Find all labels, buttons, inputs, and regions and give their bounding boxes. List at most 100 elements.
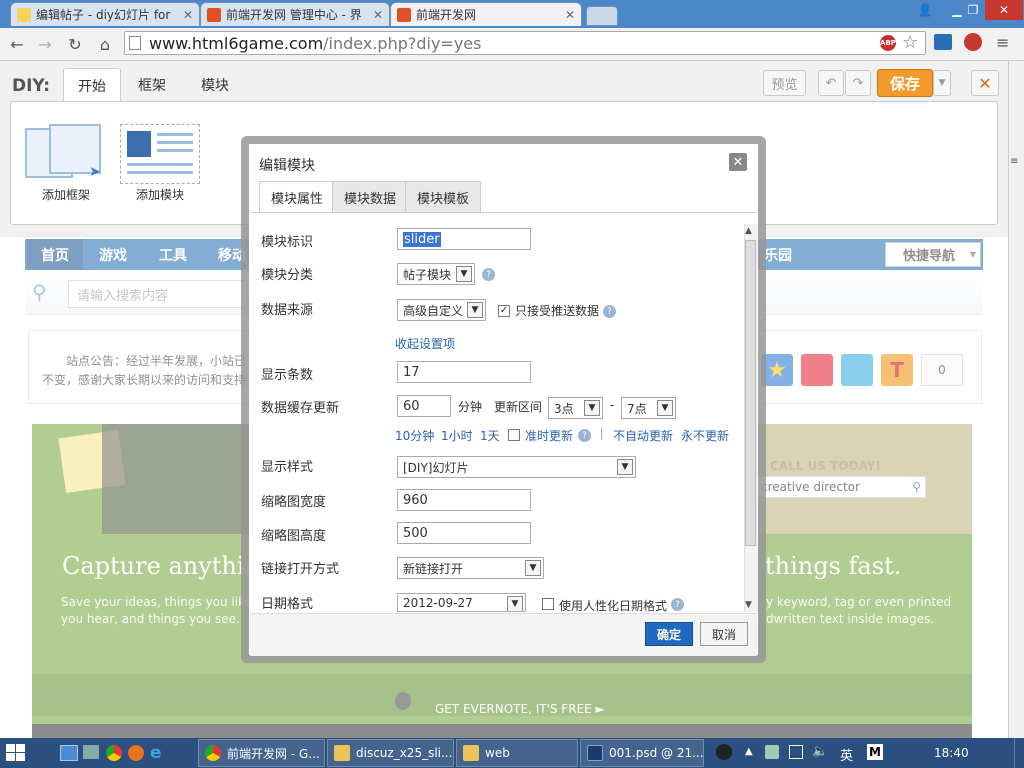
scroll-up-icon[interactable]: ▲ <box>745 226 752 236</box>
never-update-link[interactable]: 永不更新 <box>681 427 729 444</box>
new-tab-button[interactable] <box>586 6 618 26</box>
help-icon[interactable]: ? <box>603 305 616 318</box>
count-input[interactable]: 17 <box>397 361 531 383</box>
cache-label: 数据缓存更新 <box>261 401 340 416</box>
dialog-scroll-thumb[interactable] <box>745 240 756 546</box>
address-bar[interactable]: www.html6game.com/index.php?diy=yes <box>124 31 926 55</box>
link-open-value: 新链接打开 <box>403 561 464 576</box>
redo-icon[interactable]: ↷ <box>845 70 871 96</box>
preview-button[interactable]: 预览 <box>763 70 806 96</box>
adblock-icon[interactable]: ABP <box>880 35 896 51</box>
power-icon[interactable] <box>765 745 779 759</box>
taskbar-item-chrome[interactable]: 前端开发网 - G... <box>198 739 325 767</box>
qq-icon[interactable] <box>716 744 732 760</box>
undo-icon[interactable]: ↶ <box>818 70 844 96</box>
computer-icon[interactable] <box>83 745 99 759</box>
range-from-select[interactable]: 3点 ▼ <box>548 397 603 419</box>
back-icon[interactable]: ← <box>6 33 28 55</box>
user-icon[interactable]: 👤 <box>910 0 940 20</box>
extension-icon[interactable] <box>934 34 952 50</box>
save-button[interactable]: 保存 <box>877 69 933 97</box>
browser-tab-edit-post[interactable]: 编辑帖子 - diy幻灯片 for ✕ <box>10 2 200 26</box>
add-frame-label: 添加框架 <box>42 188 91 202</box>
reload-icon[interactable]: ↻ <box>64 33 86 55</box>
cache-input[interactable]: 60 <box>397 395 451 417</box>
extension-stop-icon[interactable] <box>964 33 982 51</box>
taskbar-item-folder-web[interactable]: web <box>456 739 578 767</box>
ime-indicator[interactable]: 英 <box>840 745 853 764</box>
date-format-label: 日期格式 <box>261 597 314 612</box>
range-to-select[interactable]: 7点 ▼ <box>621 397 676 419</box>
save-dropdown-icon[interactable]: ▼ <box>933 70 951 96</box>
diy-tab-module[interactable]: 模块 <box>187 68 243 102</box>
quick-1day-link[interactable]: 1天 <box>480 427 500 444</box>
browser-tab-admin[interactable]: 前端开发网 管理中心 - 界 ✕ <box>200 2 390 26</box>
html5-icon <box>207 7 221 22</box>
note-icon <box>17 7 31 22</box>
quick-10min-link[interactable]: 10分钟 <box>395 427 434 444</box>
help-icon[interactable]: ? <box>671 598 684 611</box>
ok-button[interactable]: 确定 <box>645 622 693 646</box>
forward-icon[interactable]: → <box>34 33 56 55</box>
thumb-height-input[interactable]: 500 <box>397 522 531 544</box>
show-desktop-button[interactable] <box>1014 738 1024 768</box>
range-from-value: 3点 <box>554 401 574 416</box>
browser-tab-site[interactable]: 前端开发网 ✕ <box>390 2 582 26</box>
chrome-icon[interactable] <box>106 745 122 761</box>
chevron-down-icon: ▼ <box>467 302 483 318</box>
help-icon[interactable]: ? <box>482 268 495 281</box>
volume-icon[interactable]: 🔈 <box>812 744 828 759</box>
push-only-checkbox[interactable]: ✓ <box>498 305 510 317</box>
bookmark-star-icon[interactable]: ☆ <box>902 32 918 53</box>
close-icon[interactable]: ✕ <box>369 8 383 22</box>
cancel-button[interactable]: 取消 <box>700 622 748 646</box>
windows-start-icon[interactable] <box>6 744 26 762</box>
help-icon[interactable]: ? <box>578 429 591 442</box>
maximize-button[interactable]: ❐ <box>960 0 986 20</box>
tray-expand-icon[interactable]: ▲ <box>745 746 753 757</box>
ime-mode-icon[interactable]: M <box>867 744 883 760</box>
desktop-icon[interactable] <box>60 745 78 761</box>
category-select[interactable]: 帖子模块 ▼ <box>397 263 475 285</box>
humanize-date-checkbox[interactable] <box>542 598 554 610</box>
no-auto-update-link[interactable]: 不自动更新 <box>613 427 673 444</box>
module-id-input[interactable]: slider <box>397 228 531 250</box>
clock[interactable]: 18:40 <box>934 746 969 760</box>
window-close-button[interactable]: ✕ <box>985 0 1023 20</box>
add-module-icon[interactable] <box>120 124 200 184</box>
date-format-select[interactable]: 2012-09-27 ▼ <box>397 593 526 612</box>
date-format-value: 2012-09-27 <box>403 595 473 610</box>
ie-icon[interactable]: e <box>150 743 162 763</box>
collapse-settings-link[interactable]: 收起设置项 <box>395 335 455 352</box>
diy-tab-start[interactable]: 开始 <box>63 68 121 103</box>
taskbar-item-folder-discuz[interactable]: discuz_x25_sli... <box>327 739 454 767</box>
chevron-down-icon: ▼ <box>507 596 523 611</box>
firefox-icon[interactable] <box>128 745 144 761</box>
close-diy-icon[interactable]: ✕ <box>971 70 999 96</box>
tab-module-template[interactable]: 模块模板 <box>405 181 482 212</box>
link-open-label: 链接打开方式 <box>261 562 340 577</box>
thumb-height-label: 缩略图高度 <box>261 529 327 544</box>
scroll-grip-icon[interactable]: ≡ <box>1010 156 1022 172</box>
source-select[interactable]: 高级自定义 ▼ <box>397 299 486 321</box>
cache-unit: 分钟 <box>458 400 483 414</box>
home-icon[interactable]: ⌂ <box>94 33 116 55</box>
chevron-down-icon: ▼ <box>657 400 673 416</box>
chevron-down-icon: ▼ <box>584 400 600 416</box>
scroll-down-icon[interactable]: ▼ <box>745 600 752 610</box>
taskbar-item-photoshop[interactable]: 001.psd @ 21... <box>580 739 704 767</box>
link-open-select[interactable]: 新链接打开 ▼ <box>397 557 544 579</box>
close-icon[interactable]: ✕ <box>729 153 747 171</box>
quick-1hour-link[interactable]: 1小时 <box>441 427 473 444</box>
thumb-width-input[interactable]: 960 <box>397 489 531 511</box>
tab-module-properties[interactable]: 模块属性 <box>259 181 336 213</box>
diy-tab-frame[interactable]: 框架 <box>124 68 180 102</box>
add-frame-icon[interactable]: ➤ <box>25 124 103 180</box>
tab-module-data[interactable]: 模块数据 <box>332 181 409 212</box>
ontime-checkbox[interactable] <box>508 429 520 441</box>
network-icon[interactable] <box>789 745 803 759</box>
menu-icon[interactable]: ≡ <box>996 33 1009 52</box>
close-icon[interactable]: ✕ <box>561 8 575 22</box>
close-icon[interactable]: ✕ <box>179 8 193 22</box>
style-select[interactable]: [DIY]幻灯片 ▼ <box>397 456 636 478</box>
